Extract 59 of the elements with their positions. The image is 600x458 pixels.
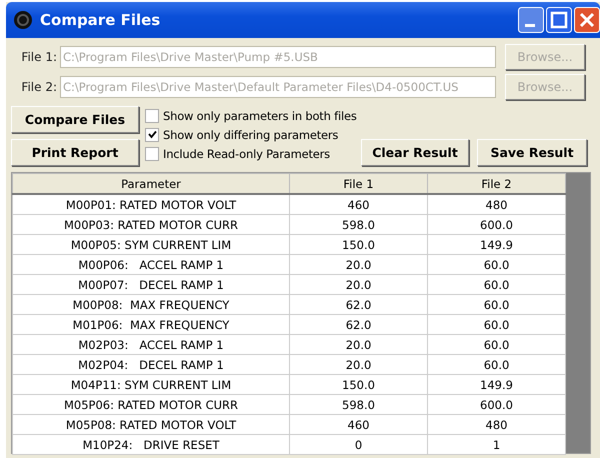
table-cell: 480 bbox=[428, 414, 566, 434]
checkbox[interactable] bbox=[145, 146, 159, 160]
clear-result-button[interactable]: Clear Result bbox=[361, 139, 469, 166]
checkbox-label[interactable]: Show only parameters in both files bbox=[163, 108, 357, 122]
save-result-button[interactable]: Save Result bbox=[477, 139, 587, 166]
minimize-button[interactable] bbox=[518, 7, 544, 33]
table-cell: M05P08: RATED MOTOR VOLT bbox=[12, 414, 290, 434]
table-cell: 20.0 bbox=[290, 274, 428, 294]
table-cell: 150.0 bbox=[290, 374, 428, 394]
file-label: File 1: bbox=[20, 50, 57, 64]
table-cell: M00P05: SYM CURRENT LIM bbox=[12, 234, 290, 254]
table-cell: M05P06: RATED MOTOR CURR bbox=[12, 394, 290, 414]
table-cell: 60.0 bbox=[428, 334, 566, 354]
print-report-button[interactable]: Print Report bbox=[11, 139, 139, 166]
table-cell: M00P07: DECEL RAMP 1 bbox=[12, 274, 290, 294]
column-header[interactable]: Parameter bbox=[12, 174, 290, 194]
table-cell: 20.0 bbox=[290, 354, 428, 374]
window-title: Compare Files bbox=[40, 11, 160, 29]
table-cell: M10P24: DRIVE RESET bbox=[12, 434, 290, 454]
table-cell: 20.0 bbox=[290, 254, 428, 274]
table-cell: 62.0 bbox=[290, 294, 428, 314]
column-header[interactable]: File 2 bbox=[428, 174, 566, 194]
maximize-button[interactable] bbox=[546, 7, 572, 33]
column-header[interactable]: File 1 bbox=[290, 174, 428, 194]
table-cell: 149.9 bbox=[428, 234, 566, 254]
table-cell: 150.0 bbox=[290, 234, 428, 254]
table-cell: 60.0 bbox=[428, 274, 566, 294]
table-cell: 20.0 bbox=[290, 334, 428, 354]
table-cell: 598.0 bbox=[290, 214, 428, 234]
close-button[interactable] bbox=[574, 7, 600, 33]
compare-files-button[interactable]: Compare Files bbox=[11, 106, 139, 133]
table-cell: 60.0 bbox=[428, 314, 566, 334]
table-cell: 60.0 bbox=[428, 354, 566, 374]
checkbox-label[interactable]: Show only differing parameters bbox=[163, 128, 338, 142]
table-cell: M00P03: RATED MOTOR CURR bbox=[12, 214, 290, 234]
table-cell: 1 bbox=[428, 434, 566, 454]
table-cell: 60.0 bbox=[428, 254, 566, 274]
table-cell: 460 bbox=[290, 414, 428, 434]
table-cell: M02P04: DECEL RAMP 1 bbox=[12, 354, 290, 374]
table-cell: 598.0 bbox=[290, 394, 428, 414]
table-cell: 60.0 bbox=[428, 294, 566, 314]
table-cell: 460 bbox=[290, 194, 428, 214]
table-cell: 600.0 bbox=[428, 394, 566, 414]
table-cell: 480 bbox=[428, 194, 566, 214]
checkbox[interactable] bbox=[145, 128, 159, 142]
checkbox[interactable] bbox=[145, 108, 159, 122]
file-label: File 2: bbox=[20, 80, 57, 94]
table-cell: 149.9 bbox=[428, 374, 566, 394]
table-cell: M00P06: ACCEL RAMP 1 bbox=[12, 254, 290, 274]
table-cell: M04P11: SYM CURRENT LIM bbox=[12, 374, 290, 394]
checkbox-label[interactable]: Include Read-only Parameters bbox=[163, 146, 330, 160]
table-cell: M01P06: MAX FREQUENCY bbox=[12, 314, 290, 334]
app-icon bbox=[12, 9, 34, 31]
table-cell: 0 bbox=[290, 434, 428, 454]
table-cell: 600.0 bbox=[428, 214, 566, 234]
table-cell: M00P01: RATED MOTOR VOLT bbox=[12, 194, 290, 214]
table-cell: M00P08: MAX FREQUENCY bbox=[12, 294, 290, 314]
table-cell: M02P03: ACCEL RAMP 1 bbox=[12, 334, 290, 354]
table-cell: 62.0 bbox=[290, 314, 428, 334]
